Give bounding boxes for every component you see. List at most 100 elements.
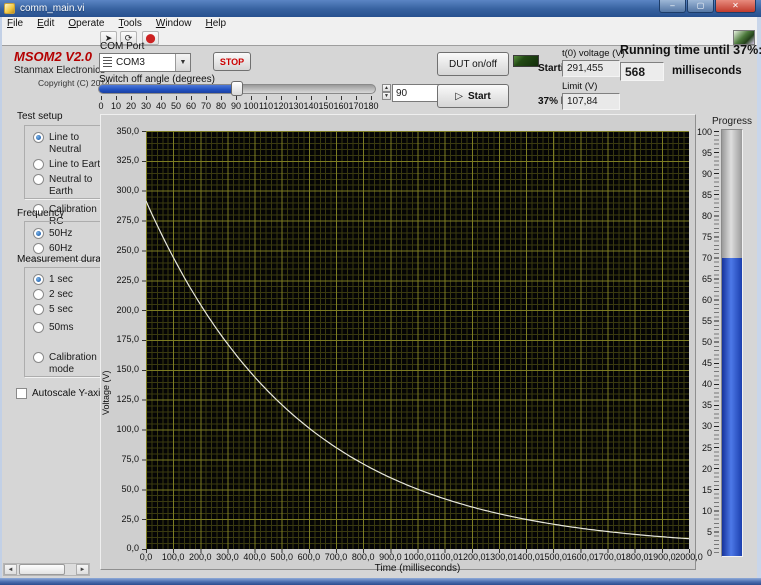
window-border-right: [757, 17, 761, 578]
y-tick-label: 0,0: [126, 543, 139, 554]
t0-voltage-label: t(0) voltage (V): [562, 48, 625, 59]
minimize-button[interactable]: –: [659, 0, 686, 13]
tick-label: 90: [230, 101, 242, 111]
limit-v-label: Limit (V): [562, 81, 598, 92]
radio-button[interactable]: [33, 304, 44, 315]
progress-tick-label: 80: [701, 210, 712, 221]
progress-tick-label: 65: [701, 273, 712, 284]
progress-tick-label: 85: [701, 189, 712, 200]
abort-icon[interactable]: ⬤: [142, 31, 159, 45]
scroll-right-icon[interactable]: ►: [76, 564, 89, 575]
tick: [326, 96, 327, 100]
menu-edit[interactable]: Edit: [37, 18, 54, 29]
tick-label: 140: [303, 101, 319, 111]
chart-panel: 350,0 325,0 300,0 275,0 250,0 225,0 200,0 175,0…: [100, 114, 703, 574]
window-border-bottom: [0, 578, 761, 585]
radio-label: Line to Earth: [49, 159, 106, 170]
tick-label: 100: [243, 101, 259, 111]
x-tick-label: 1300,0: [485, 552, 513, 562]
decay-curve: [146, 200, 689, 540]
progress-tick-label: 0: [706, 547, 712, 558]
angle-slider-fill: [99, 85, 237, 93]
tick-label: 110: [258, 101, 274, 111]
progress-tick-label: 90: [701, 168, 712, 179]
tick-label: 50: [170, 101, 182, 111]
x-tick-label: 700,0: [324, 552, 348, 562]
angle-spinner[interactable]: ▲ ▼: [382, 84, 391, 100]
y-tick-label: 225,0: [116, 274, 139, 285]
progress-tick-label: 50: [701, 337, 712, 348]
angle-slider-thumb[interactable]: [231, 81, 243, 96]
scrollbar-thumb[interactable]: [19, 564, 65, 575]
x-tick-label: 1600,0: [566, 552, 595, 562]
y-tick-label: 50,0: [121, 483, 139, 494]
chevron-down-icon[interactable]: ▼: [175, 54, 190, 71]
scroll-left-icon[interactable]: ◄: [4, 564, 17, 575]
autoscale-label: Autoscale Y-axis: [32, 388, 106, 399]
tick-label: 160: [333, 101, 349, 111]
spinner-up-icon[interactable]: ▲: [382, 84, 391, 92]
radio-button[interactable]: [33, 174, 44, 185]
product-name: MSOM2 V2.0: [14, 49, 93, 64]
spinner-down-icon[interactable]: ▼: [382, 92, 391, 100]
menu-window[interactable]: Window: [156, 18, 192, 29]
radio-button[interactable]: [33, 243, 44, 254]
tick-label: 150: [318, 101, 334, 111]
angle-value-field[interactable]: 90: [392, 84, 440, 102]
scrollbar-track[interactable]: [65, 564, 76, 575]
tick: [356, 96, 357, 100]
radio-button[interactable]: [33, 228, 44, 239]
radio-button[interactable]: [33, 274, 44, 285]
tick-label: 80: [215, 101, 227, 111]
company-name: Stanmax Electronics: [14, 65, 106, 76]
progress-tick-label: 10: [701, 505, 712, 516]
waveform-plot[interactable]: [146, 131, 689, 549]
progress-tick-label: 45: [701, 358, 712, 369]
radio-button[interactable]: [33, 322, 44, 333]
start-button[interactable]: ▷ Start: [437, 84, 509, 108]
maximize-button[interactable]: ▢: [687, 0, 714, 13]
progress-tick-label: 100: [696, 126, 712, 137]
tick: [206, 96, 207, 100]
tick: [296, 96, 297, 100]
frequency-label: Frequency: [17, 208, 65, 219]
window-border-left: [0, 17, 2, 578]
x-tick-label: 300,0: [216, 552, 239, 562]
tick-label: 20: [125, 101, 137, 111]
radio-button[interactable]: [33, 289, 44, 300]
radio-button[interactable]: [33, 159, 44, 170]
horizontal-scrollbar[interactable]: ◄ ►: [3, 563, 90, 576]
tick: [161, 96, 162, 100]
tick: [221, 96, 222, 100]
progress-bar: [721, 129, 743, 557]
radio-button[interactable]: [33, 352, 44, 363]
menu-file[interactable]: File: [7, 18, 23, 29]
stop-button[interactable]: STOP: [213, 52, 251, 71]
radio-button[interactable]: [33, 132, 44, 143]
progress-tick-label: 25: [701, 442, 712, 453]
y-tick-label: 25,0: [121, 513, 139, 524]
y-tick-label: 100,0: [116, 424, 139, 435]
menu-tools[interactable]: Tools: [119, 18, 142, 29]
autoscale-checkbox[interactable]: [16, 388, 27, 399]
tick-label: 70: [200, 101, 212, 111]
x-tick-label: 600,0: [297, 552, 321, 562]
dut-onoff-button[interactable]: DUT on/off: [437, 52, 509, 76]
x-tick-label: 1200,0: [458, 552, 486, 562]
tick: [101, 96, 102, 100]
progress-tick-label: 70: [701, 252, 712, 263]
tick-label: 170: [348, 101, 364, 111]
radio-label: 5 sec: [49, 304, 73, 315]
com-port-dropdown[interactable]: COM3 ▼: [99, 53, 191, 72]
y-tick-label: 325,0: [116, 155, 139, 166]
tick: [116, 96, 117, 100]
running-time-field: 568: [620, 62, 664, 81]
menu-operate[interactable]: Operate: [68, 18, 104, 29]
running-time-unit: milliseconds: [672, 65, 742, 77]
radio-label: 2 sec: [49, 289, 73, 300]
close-button[interactable]: ✕: [715, 0, 756, 13]
menu-help[interactable]: Help: [205, 18, 226, 29]
dut-led: [513, 55, 539, 67]
autoscale-checkbox-row[interactable]: Autoscale Y-axis: [16, 388, 105, 399]
radio-label: 50ms: [49, 322, 74, 333]
